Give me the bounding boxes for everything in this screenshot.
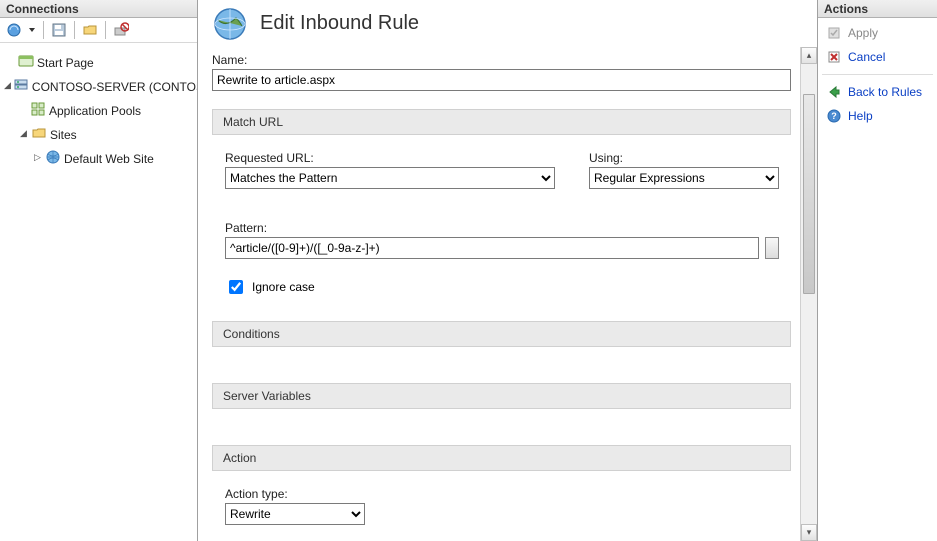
page-title: Edit Inbound Rule [260, 12, 419, 35]
stop-server-button[interactable] [112, 21, 130, 39]
connections-pane: Connections [0, 0, 198, 541]
action-type-select[interactable]: Rewrite [225, 503, 365, 525]
scroll-thumb[interactable] [803, 94, 815, 294]
back-to-rules-action[interactable]: Back to Rules [822, 83, 933, 101]
conditions-section-header[interactable]: Conditions [212, 321, 791, 347]
connections-toolbar [0, 18, 197, 43]
server-icon [13, 77, 29, 93]
save-button[interactable] [50, 21, 68, 39]
actions-title: Actions [818, 0, 937, 18]
main-content: Edit Inbound Rule Name: Match URL Reques… [198, 0, 817, 541]
using-select[interactable]: Regular Expressions [589, 167, 779, 189]
connections-title: Connections [0, 0, 197, 18]
svg-text:?: ? [831, 111, 837, 121]
using-label: Using: [589, 151, 779, 165]
collapse-icon[interactable]: ◢ [4, 80, 11, 91]
connections-tree[interactable]: Start Page ◢ CONTOSO-SERVER (CONTOS Appl… [0, 43, 197, 175]
tree-server-node[interactable]: ◢ CONTOSO-SERVER (CONTOS [2, 73, 195, 97]
requested-url-label: Requested URL: [225, 151, 555, 165]
apply-action[interactable]: Apply [822, 24, 933, 42]
apply-icon [826, 25, 842, 41]
app-pools-icon [30, 101, 46, 117]
pattern-input[interactable] [225, 237, 759, 259]
tree-default-web-site[interactable]: ▷ Default Web Site [2, 145, 195, 169]
match-url-section-header[interactable]: Match URL [212, 109, 791, 135]
tree-sites-node[interactable]: ◢ Sites [2, 121, 195, 145]
help-action[interactable]: ? Help [822, 107, 933, 125]
vertical-scrollbar[interactable]: ▴ ▾ [800, 47, 817, 541]
globe-icon [45, 149, 61, 165]
help-icon: ? [826, 108, 842, 124]
scroll-up-button[interactable]: ▴ [801, 47, 817, 64]
back-arrow-icon [826, 84, 842, 100]
action-type-label: Action type: [225, 487, 779, 501]
sites-folder-icon [31, 125, 47, 141]
globe-large-icon [212, 6, 248, 45]
folder-open-button[interactable] [81, 21, 99, 39]
action-section-header[interactable]: Action [212, 445, 791, 471]
cancel-icon [826, 49, 842, 65]
test-pattern-button[interactable] [765, 237, 779, 259]
tree-app-pools[interactable]: Application Pools [2, 97, 195, 121]
nav-home-button[interactable] [5, 21, 23, 39]
requested-url-select[interactable]: Matches the Pattern [225, 167, 555, 189]
ignore-case-label: Ignore case [252, 280, 315, 294]
tree-start-page[interactable]: Start Page [2, 49, 195, 73]
server-variables-section-header[interactable]: Server Variables [212, 383, 791, 409]
name-label: Name: [212, 53, 791, 67]
collapse-icon[interactable]: ◢ [18, 128, 29, 139]
scroll-track[interactable] [801, 64, 817, 524]
scroll-down-button[interactable]: ▾ [801, 524, 817, 541]
expand-icon[interactable]: ▷ [32, 152, 43, 163]
ignore-case-checkbox[interactable] [229, 280, 243, 294]
cancel-action[interactable]: Cancel [822, 48, 933, 66]
actions-pane: Actions Apply Cancel Back to Rules [817, 0, 937, 541]
pattern-label: Pattern: [225, 221, 779, 235]
dropdown-icon[interactable] [27, 21, 37, 39]
start-page-icon [18, 53, 34, 69]
rule-name-input[interactable] [212, 69, 791, 91]
